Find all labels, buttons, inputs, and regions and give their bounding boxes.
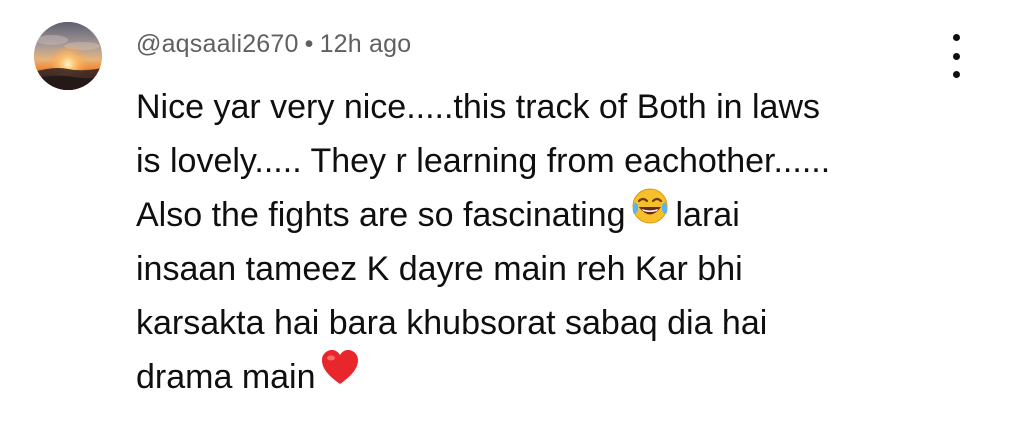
comment-text: Nice yar very nice.....this track of Bot…: [136, 80, 956, 404]
avatar[interactable]: [34, 22, 102, 90]
comment-line-segment: Also the fights are so fascinating: [136, 196, 626, 234]
comment-line-segment: larai: [675, 196, 740, 234]
comment-timestamp: 12h ago: [319, 30, 412, 58]
comment-line: karsakta hai bara khubsorat sabaq dia ha…: [136, 304, 768, 342]
comment-line: Nice yar very nice.....this track of Bot…: [136, 88, 821, 126]
kebab-dot-icon: [952, 34, 960, 41]
comment-line: insaan tameez K dayre main reh Kar bhi: [136, 250, 743, 288]
comment-card: @aqsaali2670 • 12h ago Nice yar very nice.…: [0, 0, 1024, 448]
comment-line: is lovely..... They r learning from each…: [136, 142, 831, 180]
author-handle[interactable]: @aqsaali2670: [136, 30, 299, 58]
more-options-button[interactable]: [940, 34, 972, 78]
comment-line: drama main: [136, 350, 956, 404]
comment-line: Also the fights are so fascinating larai: [136, 188, 956, 242]
meta-separator: •: [304, 30, 314, 58]
comment-line-segment: drama main: [136, 358, 316, 396]
kebab-dot-icon: [952, 71, 960, 78]
avatar-sunset-image: [34, 22, 102, 90]
face-with-tears-of-joy-icon: [630, 186, 670, 242]
kebab-dot-icon: [952, 52, 960, 60]
red-heart-icon: [320, 349, 360, 403]
comment-meta: @aqsaali2670 • 12h ago: [136, 30, 411, 59]
